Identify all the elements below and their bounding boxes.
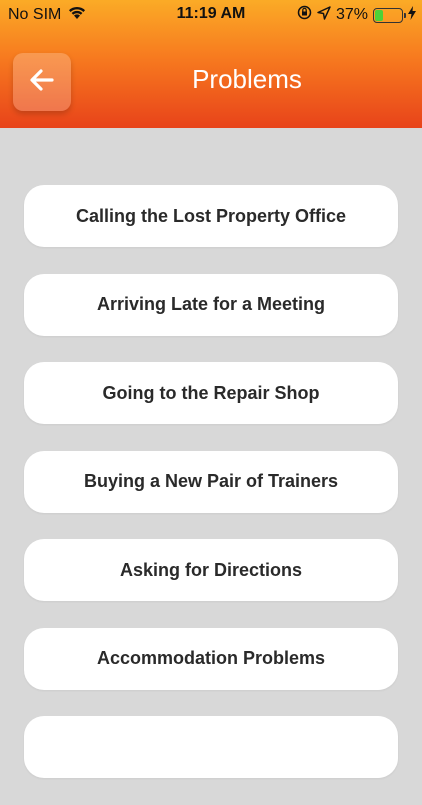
- battery-percent: 37%: [335, 6, 368, 23]
- charging-icon: [408, 5, 416, 25]
- battery-level: [375, 9, 384, 21]
- list-item[interactable]: [24, 716, 398, 778]
- location-icon: [317, 5, 331, 25]
- header-bar: No SIM 11:19 AM 37% Problems: [0, 0, 422, 128]
- list-item-label: Arriving Late for a Meeting: [96, 294, 326, 314]
- status-bar: No SIM 11:19 AM 37%: [0, 0, 422, 30]
- list-item-label: Calling the Lost Property Office: [75, 205, 347, 226]
- list-item[interactable]: Arriving Late for a Meeting: [24, 273, 398, 336]
- list-item-label: Buying a New Pair of Trainers: [83, 471, 339, 491]
- list-item-label: Going to the Repair Shop: [102, 382, 320, 403]
- list-item[interactable]: Calling the Lost Property Office: [24, 185, 398, 247]
- list-item-label: Accommodation Problems: [96, 648, 326, 668]
- problems-list: Calling the Lost Property Office Arrivin…: [24, 185, 398, 805]
- orientation-lock-icon: [297, 5, 312, 25]
- list-item[interactable]: Asking for Directions: [24, 539, 398, 601]
- page-title: Problems: [192, 64, 302, 94]
- battery-icon: [373, 7, 406, 23]
- list-item-label: Asking for Directions: [119, 559, 303, 580]
- list-item[interactable]: Buying a New Pair of Trainers: [24, 450, 398, 513]
- list-item[interactable]: Going to the Repair Shop: [24, 362, 398, 424]
- list-item[interactable]: Accommodation Problems: [24, 627, 398, 690]
- status-right: 37%: [297, 5, 416, 25]
